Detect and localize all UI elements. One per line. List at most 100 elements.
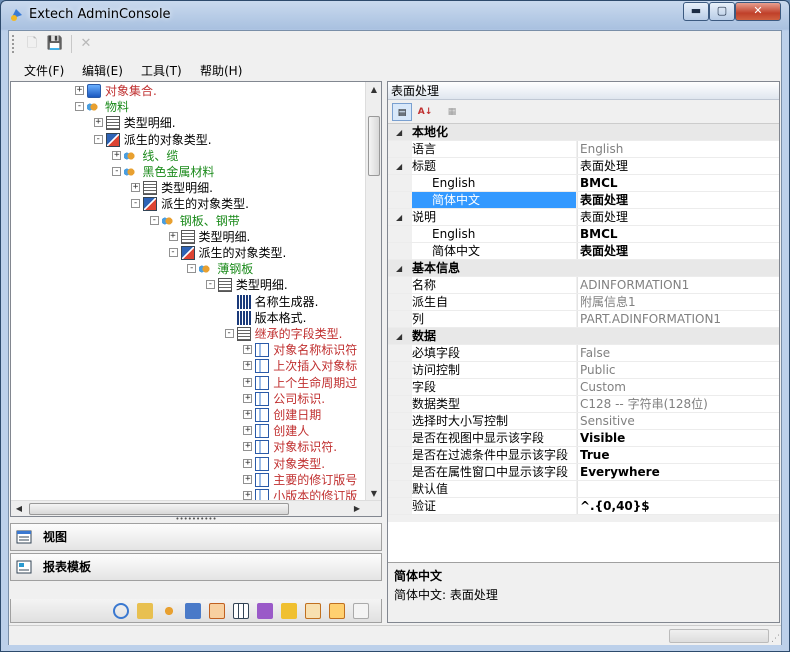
form-icon[interactable] — [305, 603, 321, 619]
delete-icon[interactable]: ✕ — [77, 35, 95, 53]
property-value[interactable]: 表面处理 — [577, 209, 779, 225]
document-icon[interactable] — [185, 603, 201, 619]
collapse-triangle-icon[interactable]: ◢ — [396, 328, 402, 345]
property-pages-icon[interactable]: ▦ — [442, 103, 462, 121]
expand-icon[interactable]: + — [75, 86, 84, 95]
resize-grip-icon[interactable]: ⋰ — [771, 634, 780, 644]
nav-view-button[interactable]: 视图 — [10, 523, 382, 551]
tree-node[interactable]: + 线、缆 — [112, 148, 365, 164]
scroll-thumb-horizontal[interactable] — [29, 503, 289, 515]
collapse-triangle-icon[interactable]: ◢ — [396, 260, 402, 277]
expand-icon[interactable]: + — [93, 118, 103, 128]
property-row[interactable]: 是否在视图中显示该字段 Visible — [388, 430, 779, 447]
title-bar[interactable]: Extech AdminConsole ▬ ▢ ✕ — [1, 1, 789, 29]
property-value[interactable]: Custom — [577, 379, 779, 395]
collapse-triangle-icon[interactable]: ◢ — [396, 158, 402, 175]
nav-report-button[interactable]: 报表模板 — [10, 553, 382, 581]
property-row[interactable]: 派生自 附属信息1 — [388, 294, 779, 311]
scroll-thumb-vertical[interactable] — [368, 116, 380, 176]
property-row[interactable]: 语言 English — [388, 141, 779, 158]
expand-icon[interactable]: + — [243, 442, 253, 452]
tree-node[interactable]: - 物料 — [75, 99, 365, 115]
property-value[interactable]: 附属信息1 — [577, 294, 779, 310]
scroll-up-icon[interactable]: ▲ — [366, 82, 381, 98]
save-icon[interactable]: 💾 — [46, 35, 64, 53]
star-icon[interactable] — [281, 603, 297, 619]
property-value[interactable]: 表面处理 — [577, 192, 779, 208]
property-row[interactable]: 选择时大小写控制 Sensitive — [388, 413, 779, 430]
tree-node[interactable]: - 黑色金属材料 — [112, 164, 365, 180]
collapse-icon[interactable]: - — [149, 215, 159, 225]
tree-node[interactable]: + 类型明细. — [131, 180, 365, 196]
toolbar-grip[interactable] — [12, 35, 15, 53]
sort-alphabetical-icon[interactable]: A↓ — [415, 103, 435, 121]
tree-node[interactable]: 版本格式. — [225, 310, 365, 326]
menu-help[interactable]: 帮助(H) — [200, 62, 242, 79]
property-row[interactable]: 是否在过滤条件中显示该字段 True — [388, 447, 779, 464]
grid-icon[interactable] — [233, 603, 249, 619]
folder-icon[interactable] — [137, 603, 153, 619]
tree-node[interactable]: - 类型明细. — [205, 277, 365, 293]
scroll-left-icon[interactable]: ◀ — [11, 501, 27, 516]
property-row[interactable]: 字段 Custom — [388, 379, 779, 396]
tree-horizontal-scrollbar[interactable]: ◀ ▶ — [11, 500, 381, 516]
property-value[interactable]: 表面处理 — [577, 158, 779, 174]
property-value[interactable]: Sensitive — [577, 413, 779, 429]
tree-node[interactable]: + 创建人 — [243, 423, 365, 439]
categorized-icon[interactable]: ▤ — [392, 103, 412, 121]
tree-node[interactable]: + 对象集合. — [75, 83, 365, 99]
calendar-icon[interactable] — [329, 603, 345, 619]
property-value[interactable]: BMCL — [577, 226, 779, 242]
menu-tools[interactable]: 工具(T) — [141, 62, 182, 79]
collapse-icon[interactable]: - — [112, 167, 122, 176]
expand-icon[interactable]: + — [243, 393, 253, 403]
expand-icon[interactable]: + — [243, 410, 253, 419]
property-row[interactable]: 访问控制 Public — [388, 362, 779, 379]
tree-node[interactable]: + 类型明细. — [93, 115, 365, 131]
property-value[interactable]: English — [577, 141, 779, 157]
property-value[interactable]: BMCL — [577, 175, 779, 191]
property-row[interactable]: 必填字段 False — [388, 345, 779, 362]
property-value[interactable]: ^.{0,40}$ — [577, 498, 779, 514]
menu-file[interactable]: 文件(F) — [24, 62, 64, 79]
expand-icon[interactable]: + — [243, 361, 253, 371]
property-row[interactable]: 默认值 — [388, 481, 779, 498]
refresh-icon[interactable] — [113, 603, 129, 619]
property-row[interactable]: 简体中文 表面处理 — [388, 192, 779, 209]
tree-node[interactable]: + 创建日期 — [243, 407, 365, 423]
property-row[interactable]: English BMCL — [388, 226, 779, 243]
tree-node[interactable]: + 公司标识. — [243, 391, 365, 407]
property-row[interactable]: 数据类型 C128 -- 字符串(128位) — [388, 396, 779, 413]
collapse-icon[interactable]: - — [224, 329, 234, 338]
tree-node[interactable]: + 类型明细. — [168, 229, 366, 245]
property-row[interactable]: 简体中文 表面处理 — [388, 243, 779, 260]
tree-node[interactable]: + 对象标识符. — [243, 439, 365, 455]
new-document-icon[interactable]: 🗋 — [23, 35, 41, 53]
property-row[interactable]: 列 PART.ADINFORMATION1 — [388, 311, 779, 328]
collapse-icon[interactable]: - — [187, 264, 197, 274]
tree-node[interactable]: + 上个生命周期过 — [243, 375, 365, 391]
expand-icon[interactable]: + — [243, 458, 253, 468]
property-row[interactable]: ◢ 说明 表面处理 — [388, 209, 779, 226]
expand-icon[interactable]: + — [243, 345, 253, 355]
tree-node[interactable]: - 派生的对象类型. — [131, 196, 365, 212]
tree-node[interactable]: - 派生的对象类型. — [93, 132, 365, 148]
property-row[interactable]: 名称 ADINFORMATION1 — [388, 277, 779, 294]
users-icon[interactable] — [161, 603, 177, 619]
property-value[interactable]: ADINFORMATION1 — [577, 277, 779, 293]
property-value[interactable]: 表面处理 — [577, 243, 779, 259]
pages-icon[interactable] — [353, 603, 369, 619]
scroll-right-icon[interactable]: ▶ — [349, 501, 365, 516]
menu-edit[interactable]: 编辑(E) — [82, 62, 123, 79]
tree-node[interactable]: - 薄钢板 — [187, 261, 365, 277]
tree-node[interactable]: - 继承的字段类型. — [224, 326, 365, 342]
tree-node[interactable]: + 对象名称标识符 — [243, 342, 365, 358]
expand-icon[interactable]: + — [243, 377, 253, 387]
property-grid[interactable]: ◢ 本地化 语言 English ◢ 标题 表面处理 English BMCL 简体中文 表面处理 ◢… — [388, 124, 779, 522]
expand-icon[interactable]: + — [243, 474, 253, 484]
collapse-icon[interactable]: - — [205, 280, 215, 290]
property-value[interactable]: True — [577, 447, 779, 463]
collapse-icon[interactable]: - — [93, 134, 103, 144]
property-row[interactable]: 是否在属性窗口中显示该字段 Everywhere — [388, 464, 779, 481]
collapse-icon[interactable]: - — [168, 248, 178, 257]
